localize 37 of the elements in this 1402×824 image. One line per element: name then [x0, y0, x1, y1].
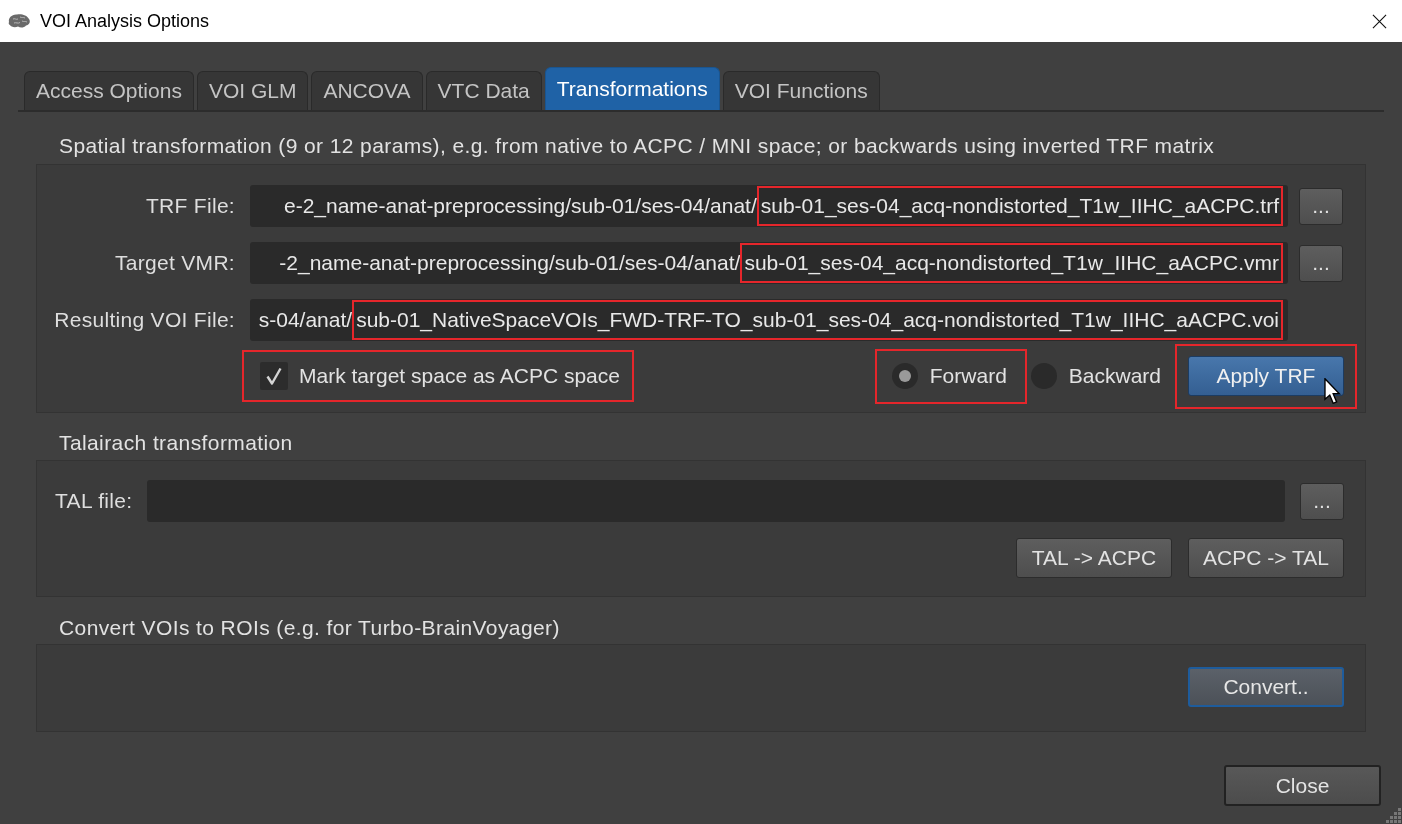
highlighted-file-name: sub-01_NativeSpaceVOIs_FWD-TRF-TO_sub-01_ses-04_acq-nondistorted_T1w_IIHC_aACPC.voi — [352, 300, 1283, 340]
browse-button[interactable]: ... — [1299, 244, 1343, 282]
brain-icon — [7, 13, 31, 29]
section-heading: Convert VOIs to ROIs (e.g. for Turbo-BrainVoyager) — [58, 617, 561, 639]
radio-button[interactable] — [891, 363, 918, 389]
tab[interactable]: Access Options — [24, 71, 194, 110]
file-path-field[interactable]: e-2_name-anat-preprocessing/sub-01/ses-04/anat/ sub-01_ses-04_acq-nondistorted_T1w_IIHC_aACPC.trf — [250, 185, 1288, 227]
tab[interactable]: VOI Functions — [722, 71, 880, 110]
radio-label: Forward — [929, 363, 1007, 390]
conversion-button[interactable]: ACPC -> TAL — [1188, 538, 1344, 578]
checkmark-icon — [266, 367, 282, 385]
field-label: Resulting VOI File: — [53, 307, 235, 334]
tab[interactable]: ANCOVA — [311, 71, 423, 110]
section-heading: Talairach transformation — [58, 432, 294, 454]
tab[interactable]: Transformations — [544, 67, 720, 110]
file-path-field[interactable]: -2_name-anat-preprocessing/sub-01/ses-04/anat/ sub-01_ses-04_acq-nondistorted_T1w_IIHC_aACPC.vmr — [250, 242, 1288, 284]
checkbox[interactable] — [260, 362, 288, 390]
field-label: TRF File: — [144, 193, 235, 220]
browse-button[interactable]: ... — [1300, 482, 1344, 520]
highlighted-file-name: sub-01_ses-04_acq-nondistorted_T1w_IIHC_aACPC.trf — [756, 186, 1283, 226]
tab[interactable]: VOI GLM — [196, 71, 309, 110]
highlighted-file-name: sub-01_ses-04_acq-nondistorted_T1w_IIHC_aACPC.vmr — [740, 243, 1283, 283]
section-heading: Spatial transformation (9 or 12 params), e.g. from native to ACPC / MNI space; or backwards using inverted TRF matrix — [58, 135, 1216, 157]
browse-button[interactable]: ... — [1299, 187, 1343, 225]
field-label: TAL file: — [55, 488, 133, 515]
convert-button[interactable]: Convert.. — [1188, 667, 1344, 707]
radio-label: Backward — [1068, 363, 1161, 390]
apply-trf-button[interactable]: Apply TRF — [1188, 356, 1344, 396]
checkbox-label: Mark target space as ACPC space — [299, 363, 620, 390]
field-label: Target VMR: — [114, 250, 235, 277]
close-button[interactable]: Close — [1224, 765, 1381, 806]
conversion-button[interactable]: TAL -> ACPC — [1016, 538, 1172, 578]
window-title: VOI Analysis Options — [40, 9, 210, 33]
mouse-pointer-icon — [1324, 377, 1341, 404]
tab[interactable]: VTC Data — [425, 71, 542, 110]
file-path-field[interactable]: s-04/anat/ sub-01_NativeSpaceVOIs_FWD-TRF-TO_sub-01_ses-04_acq-nondistorted_T1w_IIHC_aACPC.voi — [250, 299, 1288, 341]
close-icon[interactable] — [1372, 13, 1387, 29]
